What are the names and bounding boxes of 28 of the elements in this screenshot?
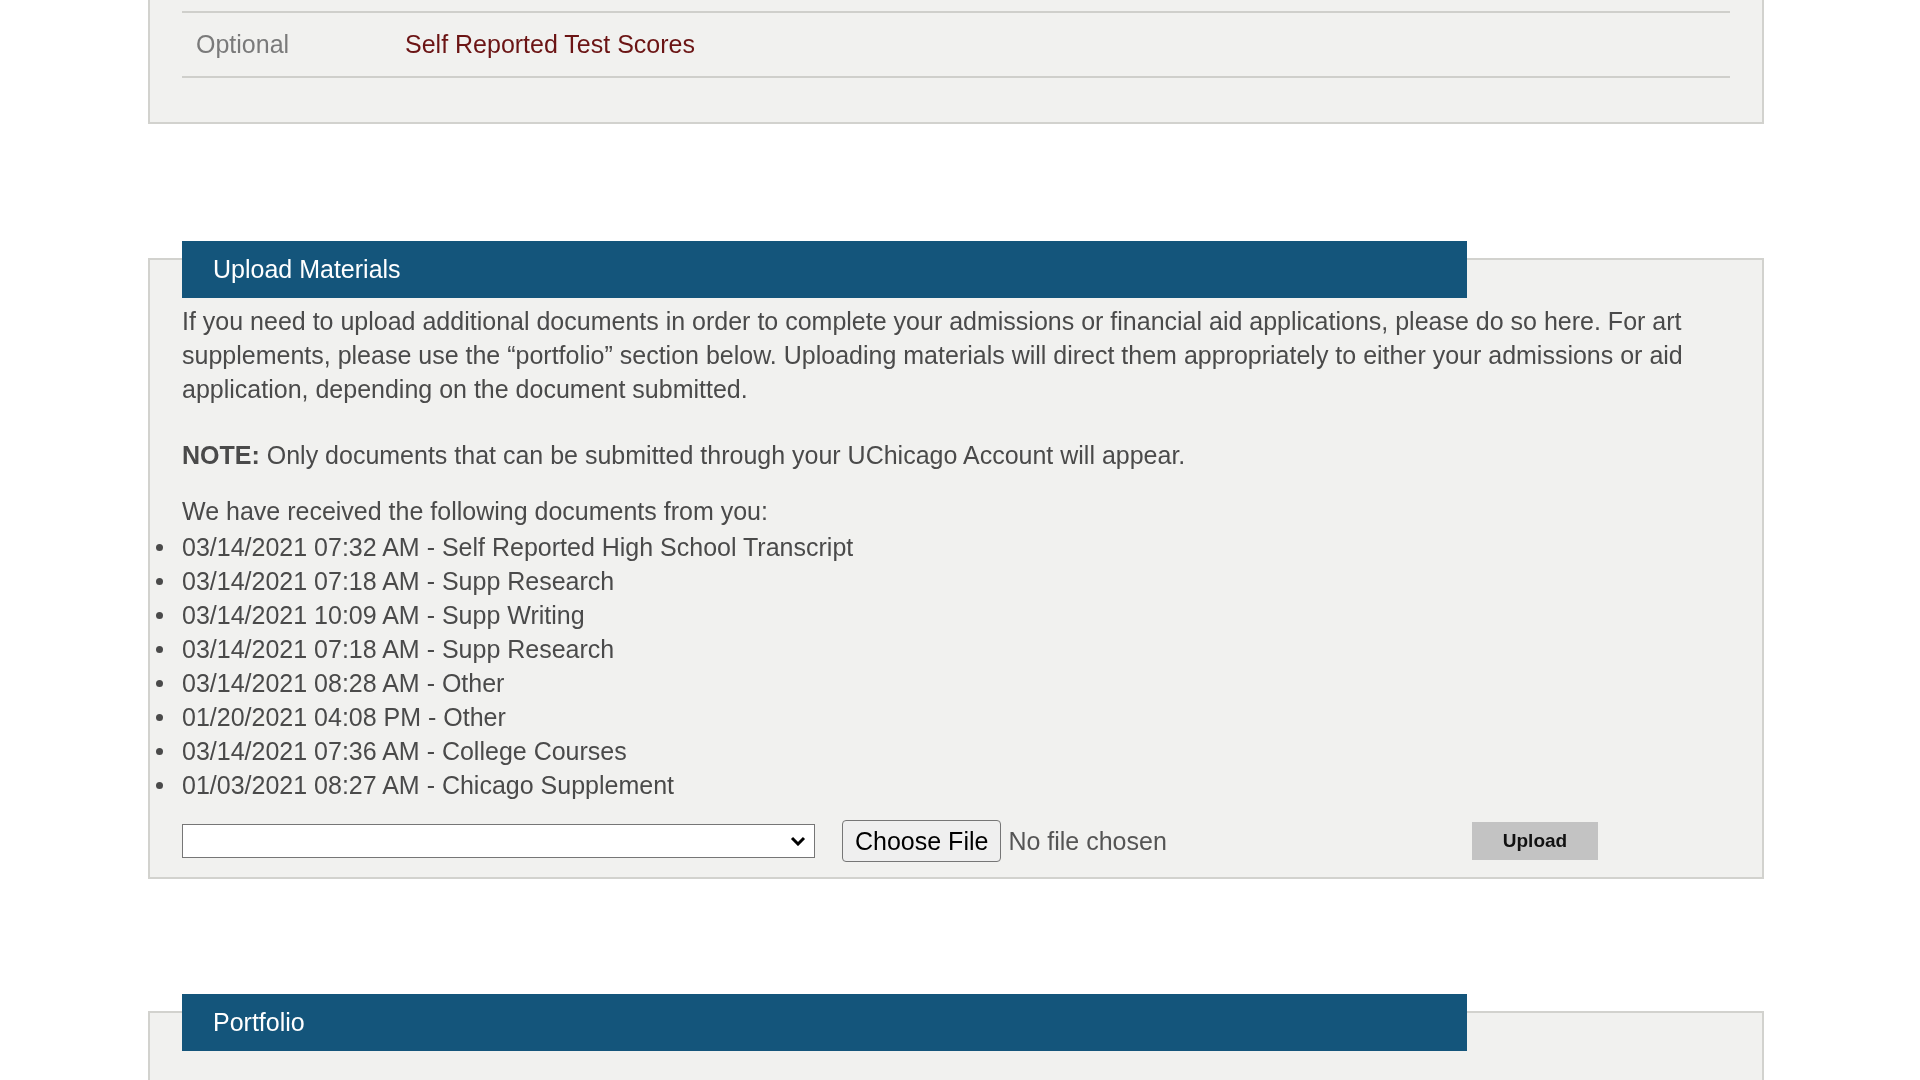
note-text: NOTE: Only documents that can be submitted through your UChicago Account will appear. bbox=[182, 440, 1187, 471]
bullet-icon bbox=[156, 577, 163, 585]
document-entry: 03/14/2021 10:09 AM - Supp Writing bbox=[182, 600, 585, 631]
received-label: We have received the following documents from you: bbox=[182, 496, 769, 527]
file-status-text: No file chosen bbox=[1008, 826, 1167, 856]
document-type-select[interactable] bbox=[182, 824, 815, 858]
status-label: Optional bbox=[195, 30, 291, 59]
document-entry: 01/03/2021 08:27 AM - Chicago Supplement bbox=[182, 770, 674, 801]
bullet-icon bbox=[156, 679, 163, 687]
bullet-icon bbox=[156, 611, 163, 619]
document-entry: 03/14/2021 08:28 AM - Other bbox=[182, 668, 505, 699]
section-header: Portfolio bbox=[182, 994, 1467, 1051]
document-entry: 03/14/2021 07:36 AM - College Courses bbox=[182, 736, 627, 767]
bullet-icon bbox=[156, 645, 163, 653]
document-entry: 03/14/2021 07:18 AM - Supp Research bbox=[182, 634, 615, 665]
document-entry: 03/14/2021 07:18 AM - Supp Research bbox=[182, 566, 615, 597]
bullet-icon bbox=[156, 543, 163, 551]
chevron-down-icon bbox=[790, 836, 806, 846]
section-header: Upload Materials bbox=[182, 241, 1467, 298]
document-entry: 01/20/2021 04:08 PM - Other bbox=[182, 702, 506, 733]
bullet-icon bbox=[156, 713, 163, 721]
test-scores-link[interactable]: Self Reported Test Scores bbox=[405, 30, 695, 59]
bullet-icon bbox=[156, 781, 163, 789]
intro-paragraph: If you need to upload additional documents in order to complete your admissions or financial aid applications, please do so here. For art supplements, please use the “portfolio” section below. Uploading materials will direct them appropriately to either your admissions or aid application, depending on the document submitted. bbox=[182, 306, 1684, 405]
choose-file-button[interactable]: Choose File bbox=[842, 820, 1002, 862]
bullet-icon bbox=[156, 747, 163, 755]
document-entry: 03/14/2021 07:32 AM - Self Reported High School Transcript bbox=[182, 532, 854, 563]
upload-button[interactable]: Upload bbox=[1472, 822, 1598, 860]
